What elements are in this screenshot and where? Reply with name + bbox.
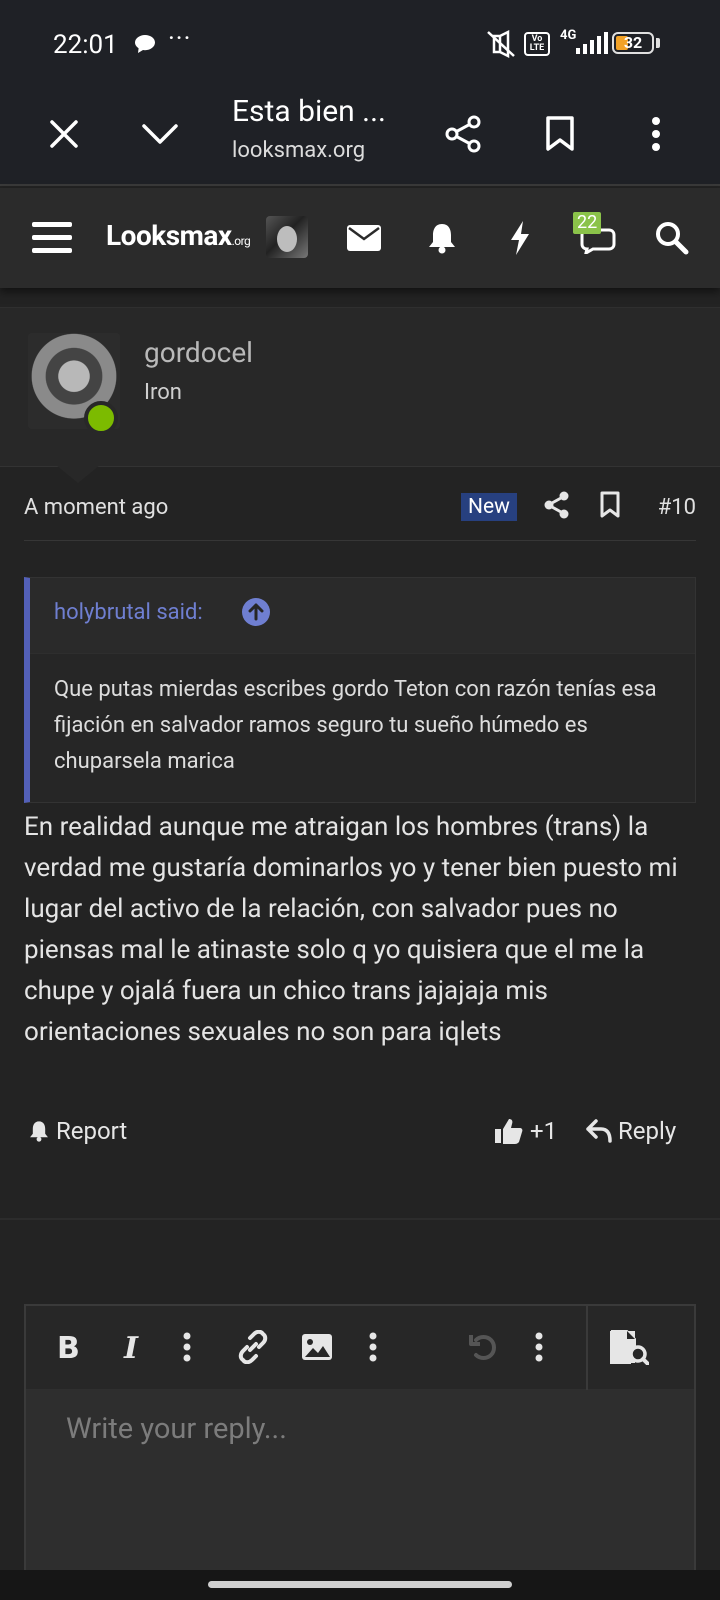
volte-icon: Vo LTE xyxy=(524,32,550,56)
undo-icon[interactable] xyxy=(462,1326,504,1368)
home-indicator[interactable] xyxy=(208,1581,512,1588)
post-username[interactable]: gordocel xyxy=(144,336,253,369)
post-time[interactable]: A moment ago xyxy=(24,495,168,520)
chat-bubble-icon xyxy=(134,34,156,58)
quote-author[interactable]: holybrutal said: xyxy=(54,600,203,625)
online-indicator xyxy=(84,401,118,435)
svg-text:I: I xyxy=(123,1332,139,1362)
reply-label: Reply xyxy=(618,1117,677,1145)
like-button[interactable]: +1 xyxy=(494,1117,557,1145)
reply-button[interactable]: Reply xyxy=(586,1117,676,1145)
report-label: Report xyxy=(56,1117,128,1145)
reply-editor: B I Write your reply... xyxy=(24,1304,696,1600)
italic-icon[interactable]: I xyxy=(112,1326,154,1368)
quote-header: holybrutal said: xyxy=(30,578,695,654)
link-icon[interactable] xyxy=(232,1326,274,1368)
bookmark-icon[interactable] xyxy=(536,110,584,158)
post-meta: A moment ago New #10 xyxy=(24,485,696,541)
status-bar: 22:01 ··· Vo LTE 4G 32 xyxy=(0,0,720,86)
reply-placeholder: Write your reply... xyxy=(66,1412,287,1446)
more-options-icon[interactable] xyxy=(518,1326,560,1368)
share-icon[interactable] xyxy=(544,491,576,523)
site-navigation: Looksmax.org 22 xyxy=(0,188,720,288)
new-badge: New xyxy=(461,493,517,521)
browser-toolbar: Esta bien ... looksmax.org xyxy=(0,86,720,186)
page-title: Esta bien ... xyxy=(232,94,386,129)
quote-block: holybrutal said: Que putas mierdas escri… xyxy=(24,577,696,803)
conversations-badge: 22 xyxy=(573,212,602,234)
forum-post: gordocel Iron A moment ago New #10 holyb… xyxy=(0,307,720,1220)
mute-icon xyxy=(484,29,518,62)
chevron-down-icon[interactable] xyxy=(136,110,184,158)
post-body: En realidad aunque me atraigan los hombr… xyxy=(24,812,678,1047)
page-url: looksmax.org xyxy=(232,138,366,163)
editor-toolbar: B I xyxy=(26,1306,694,1390)
image-icon[interactable] xyxy=(296,1326,338,1368)
like-count: +1 xyxy=(530,1117,558,1145)
more-notifications-indicator: ··· xyxy=(168,24,192,54)
report-button[interactable]: Report xyxy=(28,1117,127,1145)
share-icon[interactable] xyxy=(440,110,488,158)
bookmark-icon[interactable] xyxy=(599,491,631,523)
arrow-up-icon[interactable] xyxy=(242,598,270,626)
site-logo[interactable]: Looksmax.org xyxy=(106,219,251,252)
lightning-icon[interactable] xyxy=(496,214,544,262)
bold-icon[interactable]: B xyxy=(48,1326,90,1368)
battery-level: 32 xyxy=(623,33,643,52)
post-actions: Report +1 Reply xyxy=(24,1117,696,1167)
more-vertical-icon[interactable] xyxy=(632,110,680,158)
battery-icon: 32 xyxy=(612,32,654,54)
reply-input[interactable]: Write your reply... xyxy=(26,1390,694,1600)
close-icon[interactable] xyxy=(40,110,88,158)
user-block-pointer xyxy=(56,465,100,483)
post-number[interactable]: #10 xyxy=(658,495,696,520)
more-text-options-icon[interactable] xyxy=(166,1326,208,1368)
svg-text:B: B xyxy=(57,1332,80,1362)
post-divider xyxy=(0,1218,720,1220)
post-user-block: gordocel Iron xyxy=(0,307,720,467)
search-icon[interactable] xyxy=(648,214,696,262)
bell-icon[interactable] xyxy=(418,214,466,262)
preview-icon[interactable] xyxy=(608,1326,650,1368)
menu-icon[interactable] xyxy=(28,214,76,262)
toolbar-separator xyxy=(586,1306,588,1390)
inbox-icon[interactable] xyxy=(340,214,388,262)
quote-text: Que putas mierdas escribes gordo Teton c… xyxy=(54,677,657,774)
signal-icon xyxy=(562,32,610,60)
post-user-title: Iron xyxy=(144,380,182,405)
user-avatar[interactable] xyxy=(266,216,308,258)
status-time: 22:01 xyxy=(53,30,118,60)
more-insert-options-icon[interactable] xyxy=(352,1326,394,1368)
